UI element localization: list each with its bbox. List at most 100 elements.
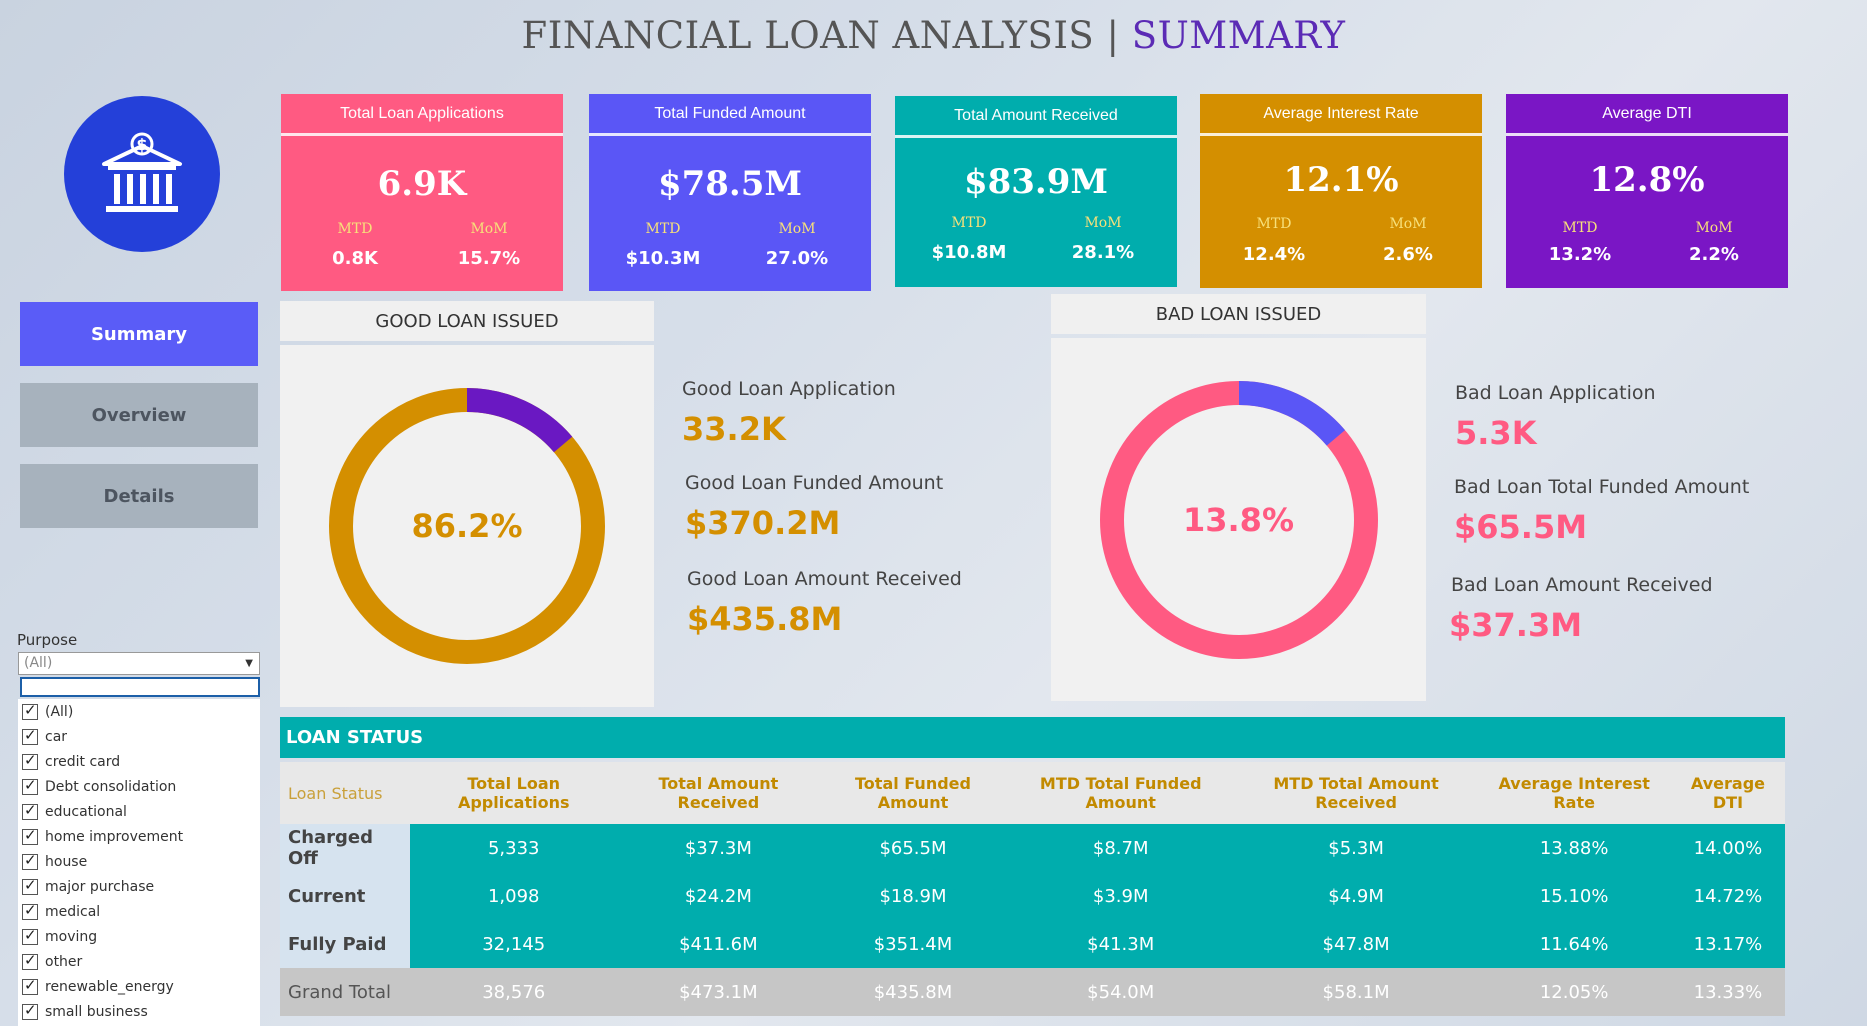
kpi-title: Average DTI [1506, 94, 1788, 136]
purpose-option-label: educational [45, 803, 127, 820]
table-cell: $54.0M [1006, 968, 1235, 1016]
good-loan-application-value: 33.2K [682, 410, 786, 448]
purpose-option[interactable]: renewable_energy [18, 974, 260, 999]
purpose-option-label: major purchase [45, 878, 155, 895]
nav-summary-button[interactable]: Summary [20, 302, 258, 366]
checkbox-checked-icon[interactable] [22, 826, 38, 845]
purpose-option[interactable]: medical [18, 899, 260, 924]
table-cell: $47.8M [1234, 920, 1478, 968]
good-loan-percent: 86.2% [411, 507, 523, 545]
purpose-option-label: small business [45, 1003, 148, 1020]
purpose-option[interactable]: car [18, 724, 260, 749]
kpi-mom-label: MoM [1084, 215, 1122, 231]
table-cell: $24.2M [617, 872, 820, 920]
purpose-option[interactable]: Debt consolidation [18, 774, 260, 799]
kpi-mtd-value: 12.4% [1242, 244, 1306, 265]
kpi-mom-value: 2.6% [1383, 244, 1433, 265]
kpi-mtd-value: 0.8K [332, 248, 378, 269]
purpose-option[interactable]: house [18, 849, 260, 874]
kpi-mtd-label: MTD [337, 221, 373, 237]
nav-overview-button[interactable]: Overview [20, 383, 258, 447]
table-cell: 38,576 [410, 968, 618, 1016]
column-header: Loan Status [280, 762, 410, 824]
kpi-card-total-loan-applications: Total Loan Applications 6.9K MTD MoM 0.8… [281, 94, 563, 291]
column-header: Total Loan Applications [410, 762, 618, 824]
nav-details-button[interactable]: Details [20, 464, 258, 528]
table-row: Charged Off 5,333 $37.3M $65.5M $8.7M $5.3M 13… [280, 824, 1785, 872]
kpi-mom-value: 28.1% [1071, 242, 1135, 263]
chevron-down-icon[interactable]: ▼ [245, 653, 253, 674]
kpi-mom-label: MoM [778, 221, 816, 237]
purpose-option[interactable]: major purchase [18, 874, 260, 899]
kpi-value: $83.9M [963, 162, 1109, 202]
checkbox-checked-icon[interactable] [22, 851, 38, 870]
bad-loan-percent: 13.8% [1182, 501, 1294, 539]
table-cell: $411.6M [617, 920, 820, 968]
table-row: Current 1,098 $24.2M $18.9M $3.9M $4.9M 15.10%… [280, 872, 1785, 920]
checkbox-checked-icon[interactable] [22, 976, 38, 995]
checkbox-checked-icon[interactable] [22, 726, 38, 745]
checkbox-checked-icon[interactable] [22, 801, 38, 820]
kpi-mom-value: 15.7% [457, 248, 521, 269]
purpose-option-label: moving [45, 928, 98, 945]
kpi-title: Total Funded Amount [589, 94, 871, 136]
bad-loan-title: BAD LOAN ISSUED [1051, 294, 1426, 334]
table-cell: 13.88% [1477, 824, 1671, 872]
checkbox-checked-icon[interactable] [22, 876, 38, 895]
checkbox-checked-icon[interactable] [22, 751, 38, 770]
purpose-option[interactable]: home improvement [18, 824, 260, 849]
purpose-option-label: credit card [45, 753, 121, 770]
table-cell: 13.17% [1670, 920, 1785, 968]
table-header-row: Loan Status Total Loan Applications Total … [280, 762, 1785, 824]
kpi-card-average-dti: Average DTI 12.8% MTD MoM 13.2% 2.2% [1506, 94, 1788, 288]
table-cell: 13.33% [1670, 968, 1785, 1016]
checkbox-checked-icon[interactable] [22, 926, 38, 945]
bad-loan-funded-label: Bad Loan Total Funded Amount [1454, 476, 1750, 498]
purpose-option[interactable]: small business [18, 999, 260, 1024]
good-loan-received-label: Good Loan Amount Received [687, 568, 962, 590]
table-cell: $4.9M [1234, 872, 1478, 920]
purpose-search-input[interactable] [20, 677, 260, 697]
purpose-option[interactable]: educational [18, 799, 260, 824]
table-cell: $351.4M [819, 920, 1007, 968]
kpi-title: Total Amount Received [895, 96, 1177, 138]
checkbox-checked-icon[interactable] [22, 951, 38, 970]
purpose-option-label: car [45, 728, 68, 745]
checkbox-checked-icon[interactable] [22, 701, 38, 720]
purpose-dropdown[interactable]: (All) ▼ [18, 652, 260, 675]
kpi-mom-value: 27.0% [765, 248, 829, 269]
checkbox-checked-icon[interactable] [22, 776, 38, 795]
bad-loan-funded-value: $65.5M [1454, 508, 1588, 546]
table-cell: $435.8M [819, 968, 1007, 1016]
purpose-option[interactable]: other [18, 949, 260, 974]
kpi-value: 6.9K [377, 164, 467, 204]
kpi-card-total-amount-received: Total Amount Received $83.9M MTD MoM $10… [895, 96, 1177, 287]
checkbox-checked-icon[interactable] [22, 901, 38, 920]
purpose-dropdown-value: (All) [24, 655, 53, 671]
purpose-option-label: house [45, 853, 88, 870]
purpose-option-label: Debt consolidation [45, 778, 177, 795]
purpose-option[interactable]: moving [18, 924, 260, 949]
title-accent: SUMMARY [1131, 14, 1346, 57]
purpose-option[interactable]: (All) [18, 699, 260, 724]
row-label: Charged Off [280, 824, 410, 872]
table-cell: $37.3M [617, 824, 820, 872]
kpi-mtd-label: MTD [1256, 216, 1292, 232]
checkbox-checked-icon[interactable] [22, 1001, 38, 1020]
good-loan-stats: Good Loan Application 33.2K Good Loan Fu… [682, 378, 962, 638]
purpose-option-label: renewable_energy [45, 978, 174, 995]
kpi-value: 12.8% [1589, 160, 1705, 200]
kpi-mtd-value: $10.8M [931, 242, 1007, 263]
kpi-value: $78.5M [657, 164, 803, 204]
purpose-option-label: other [45, 953, 83, 970]
table-cell: $8.7M [1006, 824, 1235, 872]
page-title: FINANCIAL LOAN ANALYSIS | SUMMARY [0, 14, 1867, 57]
kpi-mtd-label: MTD [1562, 220, 1598, 236]
kpi-mtd-label: MTD [645, 221, 681, 237]
bad-loan-application-label: Bad Loan Application [1455, 382, 1656, 404]
table-cell: 5,333 [410, 824, 618, 872]
purpose-option[interactable]: credit card [18, 749, 260, 774]
column-header: MTD Total Amount Received [1234, 762, 1478, 824]
column-header: MTD Total Funded Amount [1006, 762, 1235, 824]
kpi-mtd-value: 13.2% [1548, 244, 1612, 265]
